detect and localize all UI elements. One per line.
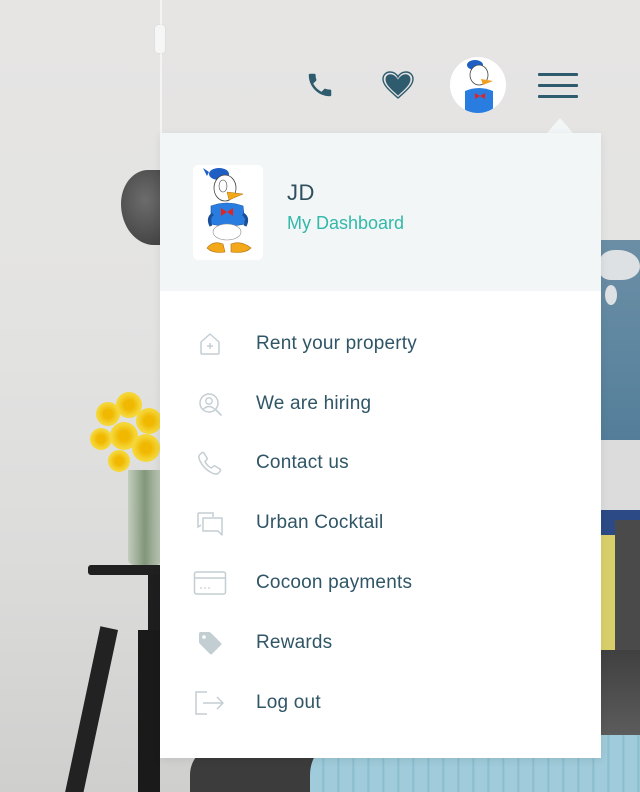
menu-item-log-out[interactable]: Log out <box>160 673 601 733</box>
side-table-leg <box>138 630 160 792</box>
profile-info: JD My Dashboard <box>287 179 404 237</box>
profile-header: JD My Dashboard <box>160 133 601 291</box>
menu-item-rewards[interactable]: Rewards <box>160 613 601 673</box>
side-table-leg <box>65 626 118 792</box>
dropdown-caret <box>547 118 573 133</box>
credit-card-icon <box>193 568 227 598</box>
chat-bubbles-icon <box>193 508 227 538</box>
my-dashboard-link[interactable]: My Dashboard <box>287 209 404 237</box>
logout-icon <box>193 688 227 718</box>
user-search-icon <box>193 389 227 419</box>
menu-item-label: Contact us <box>256 452 349 474</box>
profile-name: JD <box>287 180 315 205</box>
gray-pillow <box>615 520 640 650</box>
profile-picture[interactable] <box>193 164 263 260</box>
menu-item-label: Rent your property <box>256 332 417 354</box>
wall-map-landmass <box>605 285 617 305</box>
menu-item-urban-cocktail[interactable]: Urban Cocktail <box>160 493 601 553</box>
menu-item-label: Urban Cocktail <box>256 512 384 534</box>
user-avatar-button[interactable] <box>450 57 506 113</box>
menu-item-contact-us[interactable]: Contact us <box>160 434 601 494</box>
daffodils <box>88 390 163 480</box>
menu-item-cocoon-payments[interactable]: Cocoon payments <box>160 553 601 613</box>
heart-icon <box>382 71 414 99</box>
hamburger-line <box>537 94 578 98</box>
hamburger-menu-icon <box>537 72 578 76</box>
phone-icon <box>193 448 227 478</box>
menu-list: Rent your property We are hiring Contact… <box>160 314 601 733</box>
hamburger-menu-button[interactable] <box>530 65 585 105</box>
menu-item-label: Cocoon payments <box>256 572 413 594</box>
tag-icon <box>193 628 227 658</box>
user-menu-dropdown: JD My Dashboard Rent your property We ar… <box>160 133 601 758</box>
menu-item-we-are-hiring[interactable]: We are hiring <box>160 374 601 434</box>
menu-item-label: Rewards <box>256 631 333 653</box>
menu-item-label: We are hiring <box>256 392 372 414</box>
avatar-donald-duck-icon <box>465 60 493 113</box>
phone-button[interactable] <box>300 65 340 105</box>
house-plus-icon <box>193 329 227 359</box>
lamp-switch <box>155 25 165 53</box>
hamburger-line <box>537 83 578 87</box>
menu-item-rent-your-property[interactable]: Rent your property <box>160 314 601 374</box>
menu-item-label: Log out <box>256 691 321 713</box>
glass-vase <box>128 470 162 565</box>
wall-map-landmass <box>600 250 640 280</box>
favorites-button[interactable] <box>378 65 418 105</box>
donald-duck-avatar-icon <box>203 168 252 253</box>
phone-icon <box>308 73 332 97</box>
side-table-top <box>88 565 168 575</box>
